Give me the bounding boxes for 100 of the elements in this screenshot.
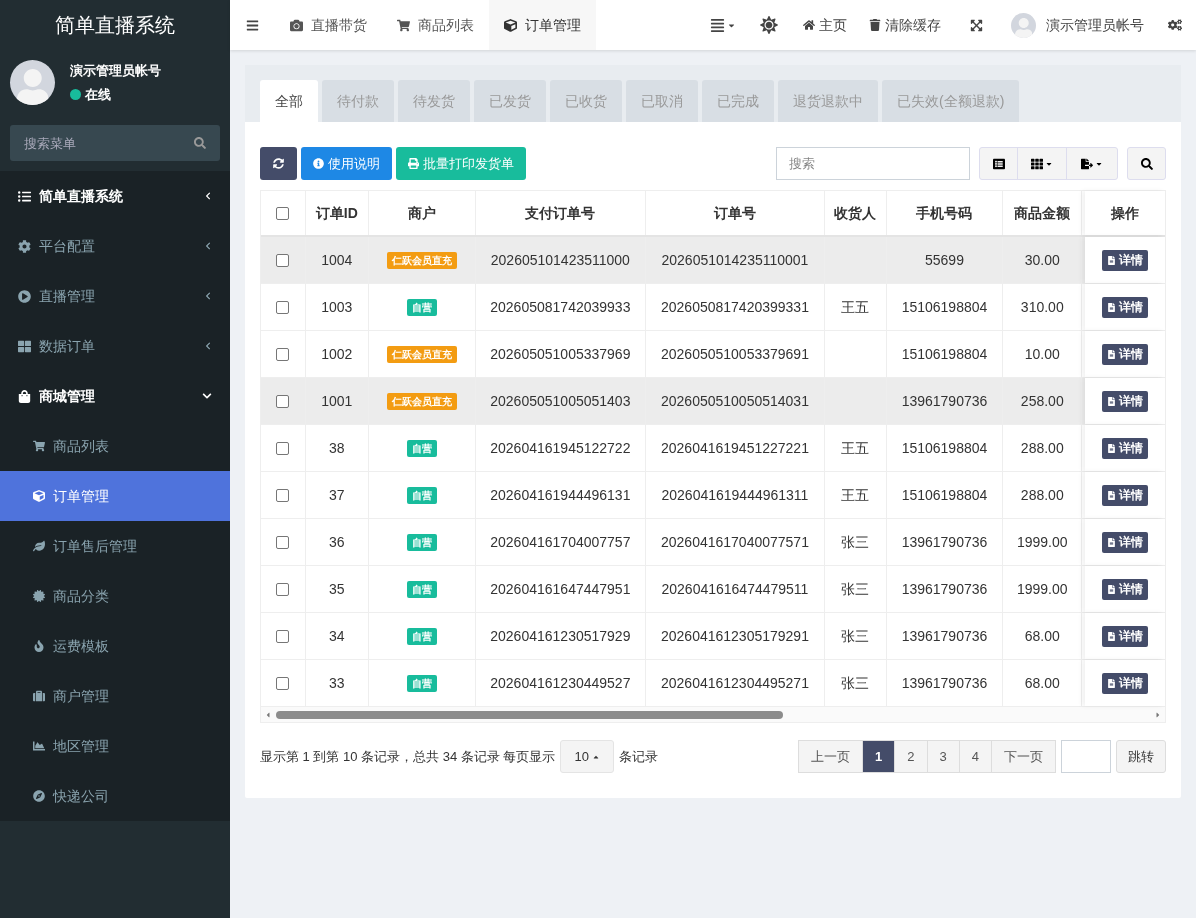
detail-button[interactable]: 详情: [1102, 249, 1149, 271]
sidebar-item[interactable]: 简单直播系统: [0, 171, 230, 221]
checkbox[interactable]: [276, 300, 290, 314]
merchant-tag: 仁跃会员直充: [386, 251, 457, 269]
detail-button[interactable]: 详情: [1102, 343, 1149, 365]
checkbox[interactable]: [276, 206, 290, 220]
checkbox[interactable]: [276, 441, 290, 455]
table-cell-text: 202605101423511000: [490, 250, 630, 270]
pagination-button[interactable]: 2: [894, 740, 928, 773]
page-jump-field[interactable]: [1061, 740, 1111, 773]
detail-button[interactable]: 详情: [1102, 625, 1149, 647]
toolbar-button[interactable]: 使用说明: [301, 147, 392, 180]
checkbox[interactable]: [276, 676, 290, 690]
sidebar-subitem[interactable]: 订单售后管理: [0, 521, 230, 571]
header-user-name[interactable]: 演示管理员帐号: [1046, 14, 1144, 36]
table-row[interactable]: 1001 仁跃会员直充 202605051005051403 2026050510050514031 13961790736 258.00 详情: [261, 378, 1165, 425]
table-cell-text: 15106198804: [901, 438, 988, 458]
table-cell-text: 13961790736: [901, 673, 988, 693]
sidebar-item[interactable]: 商城管理: [0, 371, 230, 421]
merchant-tag: 自营: [406, 298, 437, 316]
table-cell-text: 2026041619451227221: [661, 438, 809, 458]
checkbox[interactable]: [276, 629, 290, 643]
sidebar-item[interactable]: 平台配置: [0, 221, 230, 271]
sidebar-subitem[interactable]: 商品分类: [0, 571, 230, 621]
table-row[interactable]: 35 自营 202604161647447951 2026041616474479511 张三 13961790736 1999.00 详情: [261, 566, 1165, 613]
pagination-button[interactable]: 上一页: [798, 740, 864, 773]
sidebar-subitem[interactable]: 地区管理: [0, 721, 230, 771]
table-row[interactable]: 34 自营 202604161230517929 2026041612305179291 张三 13961790736 68.00 详情: [261, 613, 1165, 660]
checkbox[interactable]: [276, 488, 290, 502]
table-cell-text: 1003: [321, 297, 353, 317]
checkbox[interactable]: [276, 535, 290, 549]
table-row[interactable]: 38 自营 202604161945122722 2026041619451227221 王五 15106198804 288.00 详情: [261, 425, 1165, 472]
header-link[interactable]: 主页: [792, 14, 858, 36]
checkbox[interactable]: [276, 582, 290, 596]
checkbox[interactable]: [276, 394, 290, 408]
table-row[interactable]: 37 自营 202604161944496131 2026041619444961311 王五 15106198804 288.00 详情: [261, 472, 1165, 519]
pagination-button[interactable]: 下一页: [991, 740, 1056, 773]
refresh-button[interactable]: [260, 147, 297, 180]
nav-tab[interactable]: 订单管理: [489, 0, 596, 50]
info-icon: [313, 158, 324, 169]
table-row[interactable]: 1002 仁跃会员直充 202605051005337969 2026050510053379691 15106198804 10.00 详情: [261, 331, 1165, 378]
table-cell-text: 2026050510053379691: [661, 344, 809, 364]
pagination-button[interactable]: 4: [958, 740, 992, 773]
search-field[interactable]: 搜索: [776, 147, 970, 180]
detail-button[interactable]: 详情: [1102, 531, 1149, 553]
sidebar-subitem[interactable]: 订单管理: [0, 471, 230, 521]
table-cell-text: 258.00: [1020, 391, 1064, 411]
jump-button[interactable]: 跳转: [1116, 740, 1166, 773]
export-icon: [1081, 157, 1093, 170]
pagination-button[interactable]: 3: [926, 740, 960, 773]
table-cell-text: 202604161945122722: [490, 438, 631, 458]
sidebar-item[interactable]: 直播管理: [0, 271, 230, 321]
detail-button[interactable]: 详情: [1102, 484, 1149, 506]
sidebar-subitem[interactable]: 运费模板: [0, 621, 230, 671]
nav-tab[interactable]: 商品列表: [382, 0, 489, 50]
detail-button[interactable]: 详情: [1102, 437, 1149, 459]
table-cell-text: 13961790736: [901, 391, 988, 411]
document-icon: [1107, 396, 1117, 406]
table-row[interactable]: 36 自营 202604161704007757 2026041617040077571 张三 13961790736 1999.00 详情: [261, 519, 1165, 566]
merchant-tag: 自营: [406, 627, 437, 645]
page-size-dropdown[interactable]: 10: [560, 740, 614, 773]
sun-icon: [760, 16, 778, 34]
table-cell-text: 2026041619444961311: [661, 485, 809, 505]
status-tab[interactable]: 全部: [260, 80, 318, 122]
table-cell-text: 33: [329, 673, 345, 693]
detail-button[interactable]: 详情: [1102, 578, 1149, 600]
detail-button[interactable]: 详情: [1102, 390, 1149, 412]
table-cell-text: 1001: [321, 391, 353, 411]
menu-icon: [246, 18, 259, 32]
table-cell-text: 38: [329, 438, 345, 458]
detail-button[interactable]: 详情: [1102, 296, 1149, 318]
header-link[interactable]: 清除缓存: [858, 14, 952, 36]
table-row[interactable]: 1003 自营 202605081742039933 2026050817420399331 王五 15106198804 310.00 详情: [261, 284, 1165, 331]
detail-button[interactable]: 详情: [1102, 672, 1149, 694]
sidebar-subitem[interactable]: 商户管理: [0, 671, 230, 721]
trash-icon: [869, 19, 881, 31]
pagination-button[interactable]: 1: [862, 740, 896, 773]
table-cell-text: 202605081742039933: [490, 297, 631, 317]
cube-icon: [504, 18, 517, 32]
checkbox[interactable]: [276, 253, 290, 267]
table-cell-text: 202605051005051403: [490, 391, 631, 411]
checkbox[interactable]: [276, 347, 290, 361]
records-summary-end: 条记录: [618, 747, 658, 766]
sidebar-subitem[interactable]: 快递公司: [0, 771, 230, 821]
list-icon: [992, 157, 1005, 170]
search-button[interactable]: [1127, 147, 1166, 180]
horizontal-scrollbar[interactable]: [261, 707, 1165, 722]
table-cell-text: 10.00: [1024, 344, 1060, 364]
sidebar-item[interactable]: 数据订单: [0, 321, 230, 371]
nav-tab[interactable]: 直播带货: [275, 0, 382, 50]
table-row[interactable]: 1004 仁跃会员直充 202605101423511000 2026051014235110001 55699 30.00 详情: [261, 237, 1165, 284]
scroll-right-icon[interactable]: [1154, 710, 1162, 719]
merchant-tag: 自营: [406, 533, 437, 551]
sidebar-subitem[interactable]: 商品列表: [0, 421, 230, 471]
document-icon: [1107, 537, 1117, 547]
table-cell-text: 王五: [841, 438, 870, 458]
search-field[interactable]: 搜索菜单: [10, 125, 220, 161]
table-cell-text: 13961790736: [901, 626, 988, 646]
scroll-left-icon[interactable]: [264, 710, 272, 719]
table-row[interactable]: 33 自营 202604161230449527 2026041612304495271 张三 13961790736 68.00 详情: [261, 660, 1165, 707]
